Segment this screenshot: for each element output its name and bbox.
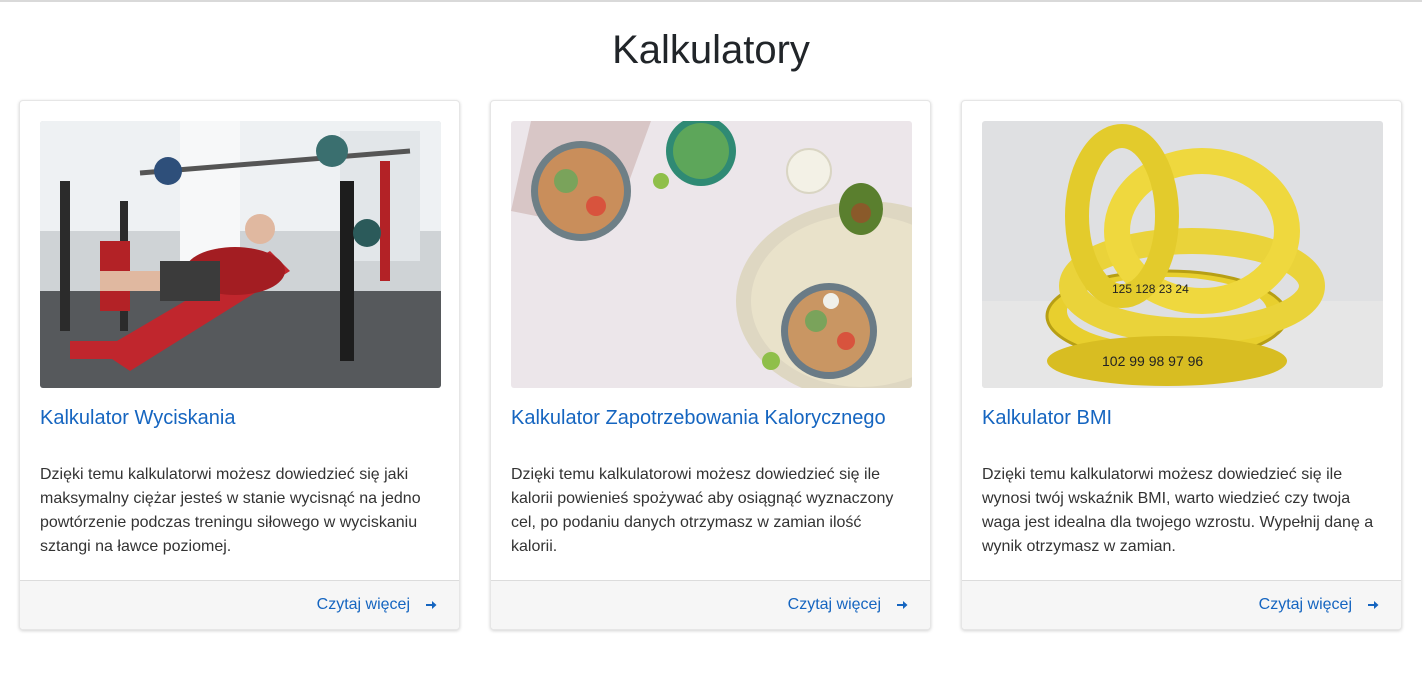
gym-bench-press-image	[40, 121, 441, 388]
read-more-link[interactable]: Czytaj więcej	[788, 596, 908, 614]
read-more-label: Czytaj więcej	[787, 596, 881, 613]
read-more-link[interactable]: Czytaj więcej	[317, 596, 437, 614]
page-title: Kalkulatory	[612, 28, 810, 72]
arrow-right-icon	[1368, 601, 1379, 609]
svg-text:125 128 23 24: 125 128 23 24	[1112, 282, 1189, 296]
read-more-link[interactable]: Czytaj więcej	[1259, 596, 1379, 614]
arrow-right-icon	[897, 601, 908, 609]
card-body: 102 99 98 97 96 125 128 23 24 Kalkulator…	[962, 101, 1401, 580]
card-text: Dzięki temu kalkulatorowi możesz dowiedz…	[511, 466, 894, 555]
arrow-right-icon	[426, 601, 437, 609]
card-body: Kalkulator Zapotrzebowania Kalorycznego …	[491, 101, 930, 580]
card-title[interactable]: Kalkulator Zapotrzebowania Kalorycznego	[511, 405, 910, 431]
svg-text:102 99 98 97 96: 102 99 98 97 96	[1102, 353, 1203, 369]
card-body: Kalkulator Wyciskania Dzięki temu kalkul…	[20, 101, 459, 580]
card-bench-press: Kalkulator Wyciskania Dzięki temu kalkul…	[19, 100, 460, 630]
card-text: Dzięki temu kalkulatorwi możesz dowiedzi…	[40, 466, 421, 555]
read-more-label: Czytaj więcej	[1258, 596, 1352, 613]
card-footer: Czytaj więcej	[491, 580, 930, 629]
card-calories: Kalkulator Zapotrzebowania Kalorycznego …	[490, 100, 931, 630]
card-footer: Czytaj więcej	[962, 580, 1401, 629]
healthy-food-bowls-image	[511, 121, 912, 388]
card-bmi: 102 99 98 97 96 125 128 23 24 Kalkulator…	[961, 100, 1402, 630]
card-footer: Czytaj więcej	[20, 580, 459, 629]
card-title[interactable]: Kalkulator Wyciskania	[40, 405, 439, 431]
card-text: Dzięki temu kalkulatorwi możesz dowiedzi…	[982, 466, 1374, 555]
card-title[interactable]: Kalkulator BMI	[982, 405, 1381, 431]
measuring-tape-image: 102 99 98 97 96 125 128 23 24	[982, 121, 1383, 388]
read-more-label: Czytaj więcej	[316, 596, 410, 613]
top-border	[0, 0, 1422, 2]
